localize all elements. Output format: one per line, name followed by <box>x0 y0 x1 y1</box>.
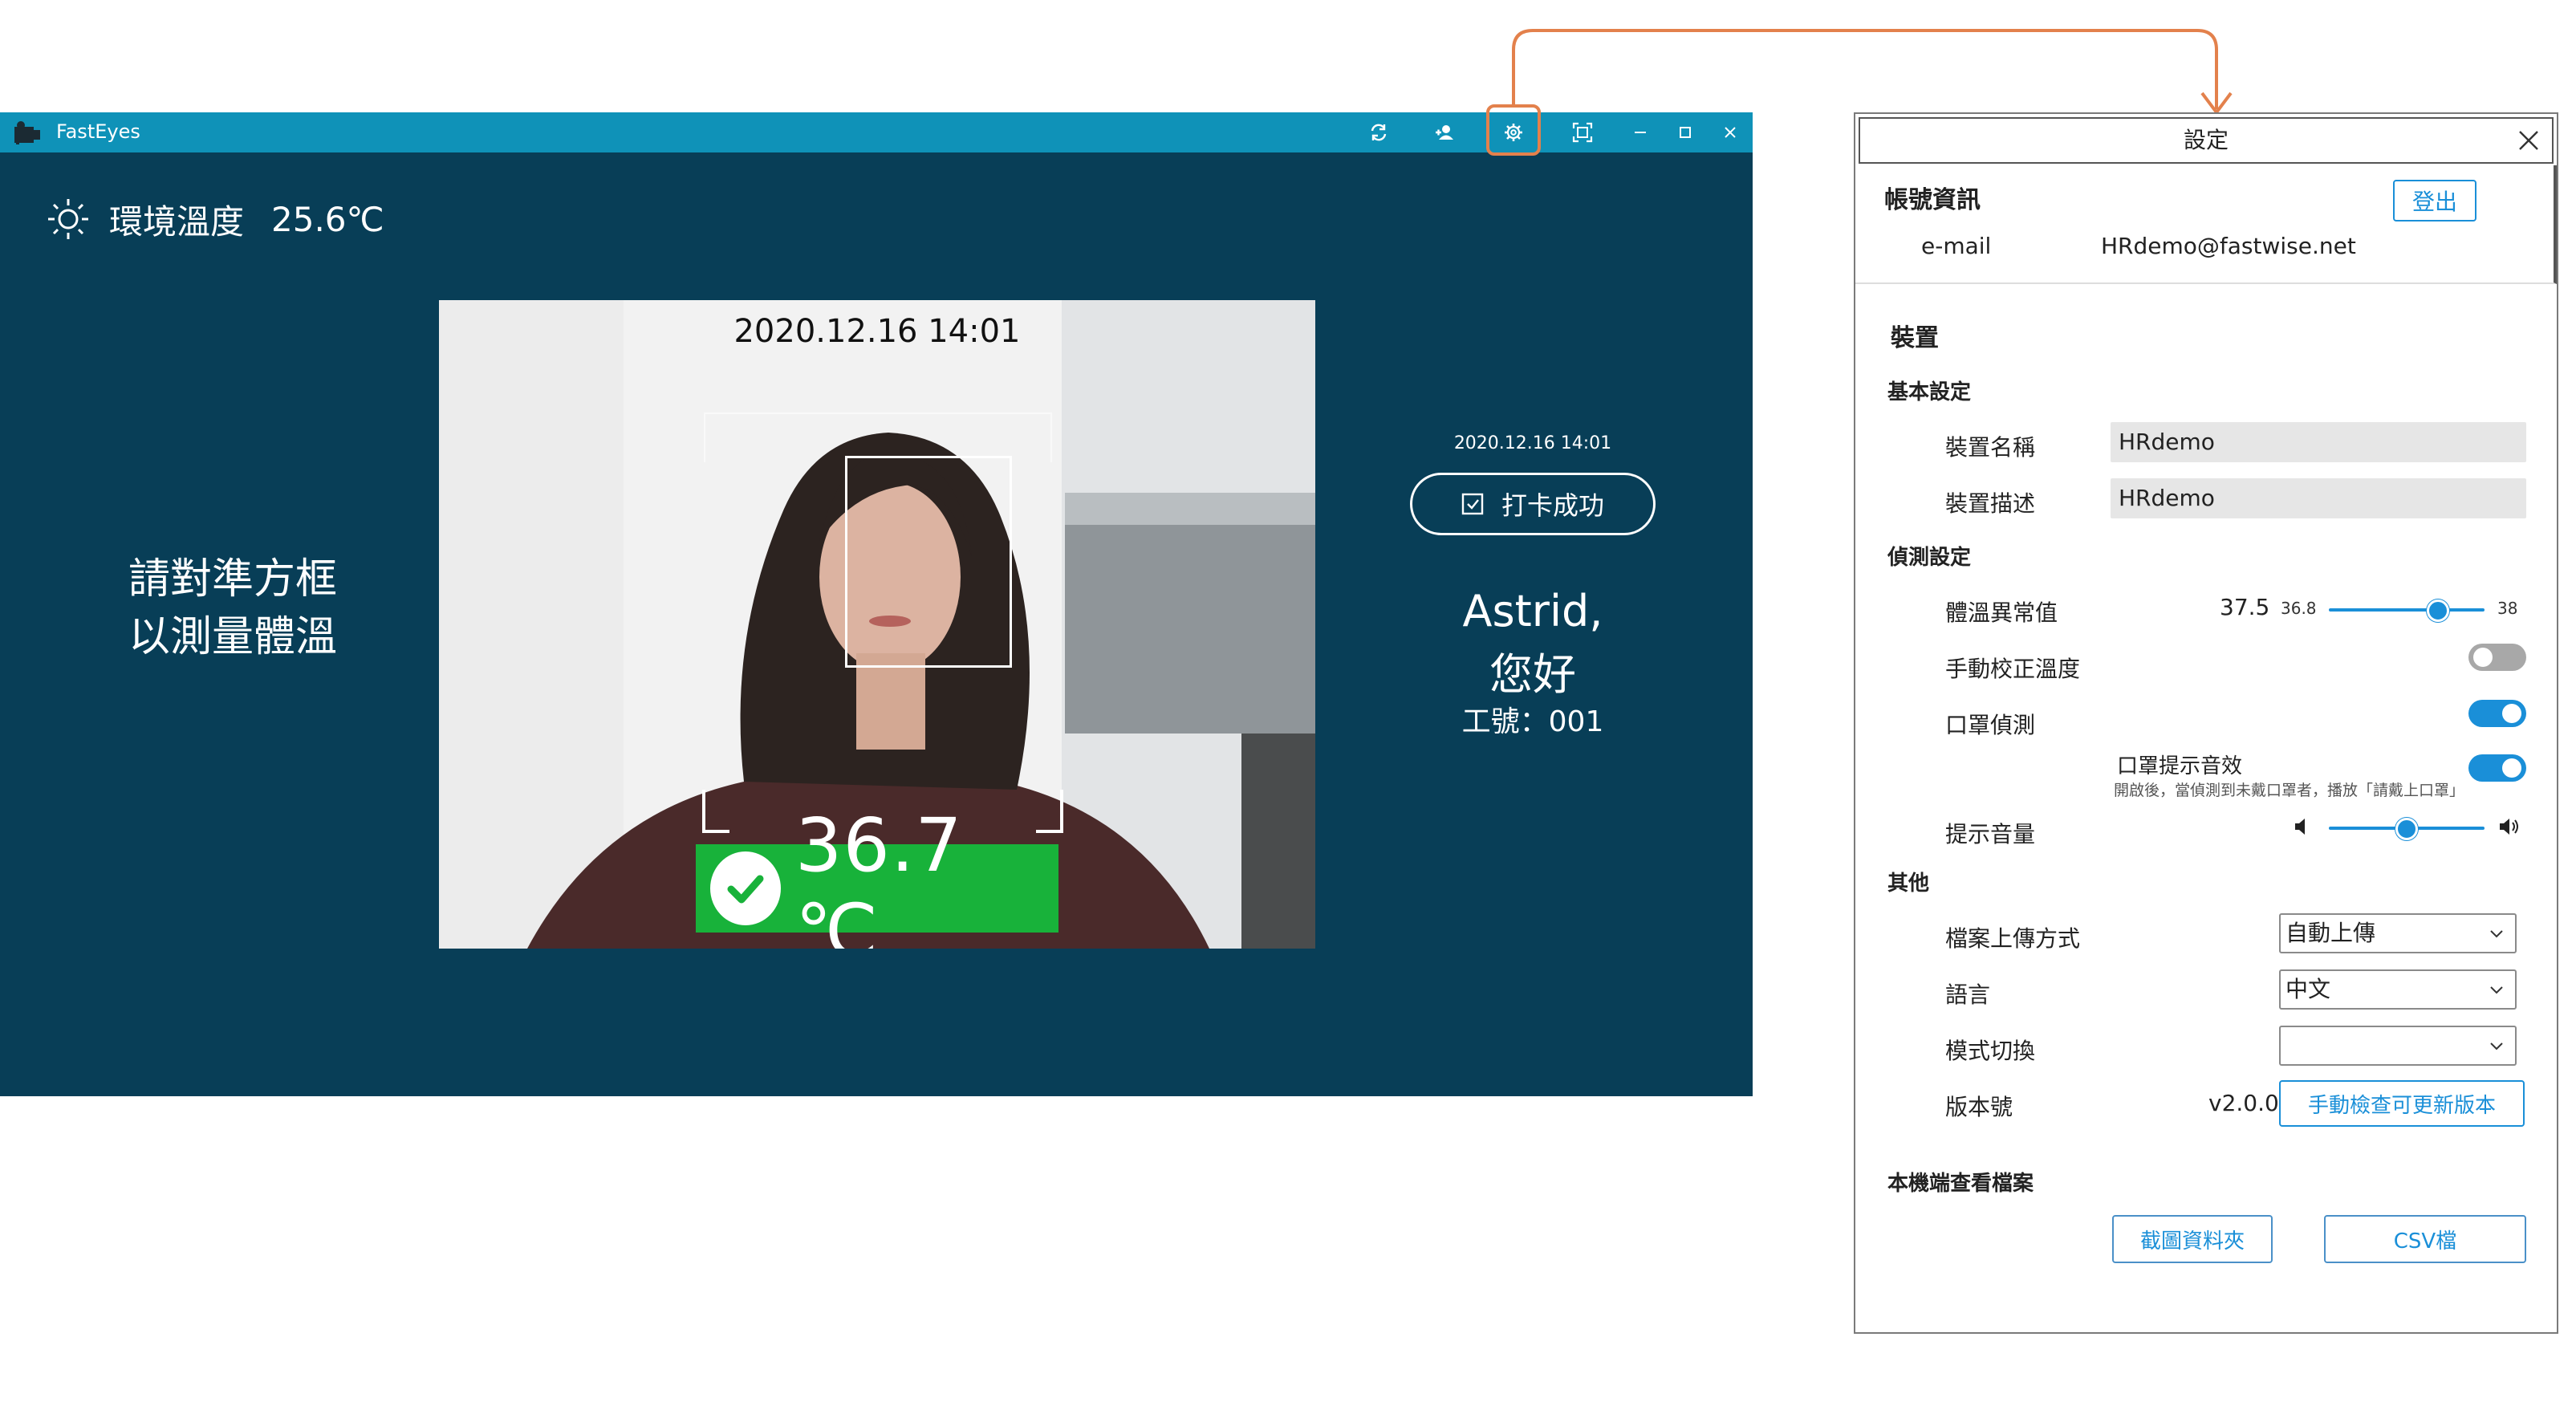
settings-header: 設定 <box>1859 117 2554 164</box>
check-update-button[interactable]: 手動檢查可更新版本 <box>2279 1080 2525 1127</box>
csv-file-button[interactable]: CSV檔 <box>2324 1215 2526 1263</box>
manual-calibration-toggle[interactable] <box>2468 644 2526 671</box>
check-icon <box>710 851 781 925</box>
upload-method-label: 檔案上傳方式 <box>1945 925 2081 952</box>
settings-title: 設定 <box>2183 127 2229 153</box>
app-logo-icon <box>14 121 40 144</box>
device-desc-field[interactable]: HRdemo <box>2111 478 2526 518</box>
language-value: 中文 <box>2285 976 2331 1002</box>
body-temperature-value: 36.7 ℃ <box>794 803 963 949</box>
toggle-knob <box>2473 648 2493 667</box>
chevron-down-icon <box>2490 930 2503 938</box>
mask-sound-toggle[interactable] <box>2468 754 2526 782</box>
volume-high-icon <box>2500 819 2518 835</box>
greeting-name: Astrid, <box>1462 586 1603 636</box>
greeting-hello: 您好 <box>1489 649 1576 700</box>
callout-arrow <box>1512 29 2233 116</box>
scan-frame-icon[interactable] <box>1566 116 1599 148</box>
abnormal-temp-slider-thumb[interactable] <box>2426 599 2449 622</box>
account-section: 帳號資訊 登出 e-mail HRdemo@fastwise.net <box>1855 165 2557 284</box>
upload-method-value: 自動上傳 <box>2285 920 2376 946</box>
environment-temp-label: 環境溫度 <box>109 201 245 242</box>
other-heading: 其他 <box>1887 872 1930 896</box>
environment-temp-value: 25.6℃ <box>271 199 384 239</box>
mode-switch-label: 模式切換 <box>1945 1038 2036 1064</box>
minimize-icon[interactable] <box>1624 116 1656 148</box>
mask-sound-hint: 開啟後，當偵測到未戴口罩者，播放「請戴上口罩」 <box>2114 782 2465 799</box>
alignment-prompt: 請對準方框 以測量體溫 <box>88 551 377 666</box>
volume-label: 提示音量 <box>1945 821 2036 847</box>
fasteyes-window: FastEyes 環境溫度 25.6℃ 請對準方框 以測量體溫 2020.12.… <box>0 104 1753 1096</box>
sun-thermometer-icon <box>48 199 88 239</box>
volume-low-icon <box>2295 819 2305 835</box>
manual-calibration-label: 手動校正溫度 <box>1945 656 2081 682</box>
refresh-icon[interactable] <box>1363 116 1395 148</box>
abnormal-temp-max: 38 <box>2497 599 2518 618</box>
settings-highlight-box <box>1486 104 1541 156</box>
record-timestamp: 2020.12.16 14:01 <box>1453 433 1612 453</box>
chevron-down-icon <box>2490 1042 2503 1050</box>
toggle-knob <box>2502 758 2521 778</box>
volume-slider-thumb[interactable] <box>2395 818 2418 840</box>
prompt-line-2: 以測量體溫 <box>128 613 337 661</box>
camera-feed: 2020.12.16 14:01 36.7 ℃ <box>439 300 1315 949</box>
settings-panel: 設定 帳號資訊 登出 e-mail HRdemo@fastwise.net 裝置… <box>1854 112 2558 1334</box>
version-value: v2.0.0 <box>2208 1090 2279 1116</box>
toggle-knob <box>2502 704 2521 723</box>
mask-detection-label: 口罩偵測 <box>1945 712 2036 738</box>
app-title: FastEyes <box>56 120 140 143</box>
abnormal-temp-min: 36.8 <box>2281 599 2317 618</box>
basic-settings-heading: 基本設定 <box>1887 380 1972 404</box>
checkbox-icon <box>1461 493 1484 515</box>
abnormal-temp-label: 體溫異常值 <box>1945 599 2058 626</box>
upload-method-select[interactable]: 自動上傳 <box>2279 913 2517 953</box>
email-value: HRdemo@fastwise.net <box>2101 233 2356 259</box>
abnormal-temp-slider-track[interactable] <box>2329 608 2485 612</box>
detection-settings-heading: 偵測設定 <box>1887 546 1972 570</box>
face-detection-box <box>845 456 1012 668</box>
close-icon[interactable] <box>2517 128 2541 152</box>
account-heading: 帳號資訊 <box>1884 186 1981 214</box>
logout-button[interactable]: 登出 <box>2393 180 2476 221</box>
email-label: e-mail <box>1921 233 1992 259</box>
device-name-label: 裝置名稱 <box>1945 434 2036 461</box>
screenshot-folder-button[interactable]: 截圖資料夾 <box>2112 1215 2273 1263</box>
body-temperature-badge: 36.7 ℃ <box>696 803 1058 949</box>
title-bar: FastEyes <box>0 104 1753 156</box>
employee-id: 工號：001 <box>1461 705 1604 738</box>
abnormal-temp-value: 37.5 <box>2220 594 2270 620</box>
device-desc-label: 裝置描述 <box>1945 490 2036 517</box>
camera-timestamp: 2020.12.16 14:01 <box>733 313 1021 350</box>
maximize-icon[interactable] <box>1669 116 1701 148</box>
punch-status-label: 打卡成功 <box>1501 490 1604 521</box>
close-icon[interactable] <box>1714 116 1746 148</box>
outer-guide-frame <box>704 412 1052 462</box>
version-label: 版本號 <box>1945 1094 2013 1120</box>
local-files-heading: 本機端查看檔案 <box>1887 1172 2034 1196</box>
mode-switch-select[interactable] <box>2279 1026 2517 1066</box>
device-heading: 裝置 <box>1891 324 1939 352</box>
device-name-field[interactable]: HRdemo <box>2111 422 2526 462</box>
language-label: 語言 <box>1945 981 1991 1008</box>
language-select[interactable]: 中文 <box>2279 969 2517 1010</box>
mask-sound-label: 口罩提示音效 <box>2117 754 2243 778</box>
left-bracket <box>702 790 729 833</box>
environment-temperature: 環境溫度 25.6℃ <box>45 191 384 247</box>
chevron-down-icon <box>2490 986 2503 994</box>
mask-detection-toggle[interactable] <box>2468 700 2526 727</box>
add-user-icon[interactable] <box>1428 116 1461 148</box>
prompt-line-1: 請對準方框 <box>128 555 337 603</box>
punch-success-status: 打卡成功 <box>1410 473 1656 535</box>
